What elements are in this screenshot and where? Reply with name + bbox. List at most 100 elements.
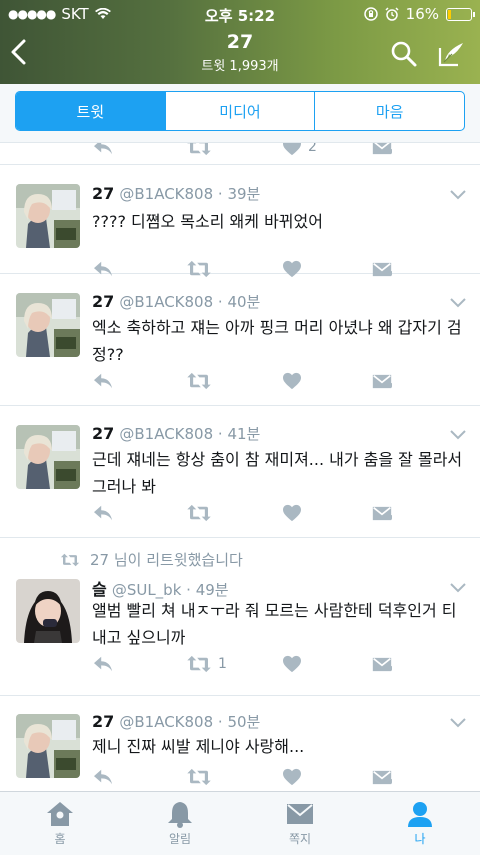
retweet-icon bbox=[186, 655, 212, 673]
tab-messages[interactable]: 쪽지 bbox=[260, 798, 340, 847]
person-icon bbox=[408, 802, 432, 827]
reply-button[interactable] bbox=[92, 502, 114, 524]
profile-tabs-bar: 트윗 미디어 마음 bbox=[0, 84, 480, 143]
reply-button[interactable] bbox=[92, 766, 114, 788]
avatar[interactable] bbox=[16, 714, 80, 778]
dm-icon bbox=[372, 769, 392, 786]
tab-messages-label: 쪽지 bbox=[288, 832, 312, 846]
nav-bar: 27 트윗 1,993개 bbox=[0, 28, 480, 84]
dm-button[interactable] bbox=[372, 370, 392, 392]
retweet-note[interactable]: 27 님이 리트윗했습니다 bbox=[90, 549, 243, 570]
like-button[interactable] bbox=[282, 502, 302, 524]
status-right: 16% bbox=[363, 5, 475, 23]
tweet-header: 27 @B1ACK808 · 39분 bbox=[92, 184, 261, 203]
user-handle[interactable]: @B1ACK808 bbox=[119, 185, 213, 203]
user-name[interactable]: 27 bbox=[92, 292, 114, 311]
tab-home[interactable]: 홈 bbox=[20, 798, 100, 847]
chevron-down-icon[interactable] bbox=[450, 298, 466, 308]
dm-icon bbox=[372, 373, 392, 390]
heart-icon bbox=[282, 504, 302, 522]
user-handle[interactable]: @B1ACK808 bbox=[119, 293, 213, 311]
reply-button[interactable] bbox=[92, 370, 114, 392]
retweet-icon bbox=[186, 768, 212, 786]
user-name[interactable]: 27 bbox=[92, 712, 114, 731]
retweet-button[interactable] bbox=[186, 766, 212, 788]
retweet-button[interactable] bbox=[186, 143, 212, 158]
tweet-header: 27 @B1ACK808 · 40분 bbox=[92, 292, 261, 311]
tab-notifications-label: 알림 bbox=[168, 832, 192, 846]
search-button[interactable] bbox=[390, 40, 418, 68]
avatar[interactable] bbox=[16, 425, 80, 489]
retweet-icon bbox=[186, 504, 212, 522]
tweet-item[interactable]: 27 님이 리트윗했습니다 슬 @SUL_bk · 49분 앨범 빨리 쳐 내ㅈ… bbox=[0, 538, 480, 696]
retweet-button[interactable] bbox=[186, 502, 212, 524]
chevron-down-icon[interactable] bbox=[450, 718, 466, 728]
tweet-actions bbox=[92, 766, 392, 788]
orientation-lock-icon bbox=[363, 7, 378, 21]
chevron-down-icon[interactable] bbox=[450, 583, 466, 593]
avatar[interactable] bbox=[16, 579, 80, 643]
retweet-icon bbox=[186, 372, 212, 390]
compose-button[interactable] bbox=[436, 40, 466, 68]
like-button[interactable] bbox=[282, 653, 302, 675]
tweet-actions: 1 bbox=[92, 653, 392, 675]
tab-likes[interactable]: 마음 bbox=[314, 92, 464, 130]
tab-notifications[interactable]: 알림 bbox=[140, 798, 220, 847]
reply-button[interactable] bbox=[92, 653, 114, 675]
tweet-item[interactable]: 27 @B1ACK808 · 39분 ???? 디쪔오 목소리 왜케 바뀌었어 bbox=[0, 165, 480, 274]
heart-icon bbox=[282, 143, 302, 156]
tab-tweets[interactable]: 트윗 bbox=[16, 92, 165, 130]
tweet-item[interactable]: 27 @B1ACK808 · 40분 엑소 축하하고 쟤는 아까 핑크 머리 아… bbox=[0, 274, 480, 406]
dm-button[interactable] bbox=[372, 653, 392, 675]
user-name[interactable]: 27 bbox=[92, 424, 114, 443]
tweet-item[interactable]: 27 @B1ACK808 · 41분 근데 쟤네는 항상 춤이 참 재미져...… bbox=[0, 406, 480, 538]
tab-me[interactable]: 나 bbox=[380, 798, 460, 847]
avatar[interactable] bbox=[16, 184, 80, 248]
retweet-count: 1 bbox=[218, 656, 227, 672]
alarm-icon bbox=[385, 7, 399, 21]
tweet-header: 27 @B1ACK808 · 50분 bbox=[92, 712, 261, 731]
battery-icon bbox=[446, 7, 475, 21]
tweet-header: 27 @B1ACK808 · 41분 bbox=[92, 424, 261, 443]
retweet-icon bbox=[60, 553, 80, 567]
bell-icon bbox=[168, 802, 192, 828]
like-count: 2 bbox=[308, 143, 317, 155]
reply-icon bbox=[92, 504, 114, 522]
tweet-text: 근데 쟤네는 항상 춤이 참 재미져... 내가 춤을 잘 몰라서 그러나 봐 bbox=[92, 450, 463, 496]
retweet-context: 27 님이 리트윗했습니다 bbox=[60, 549, 243, 570]
dm-button[interactable] bbox=[372, 502, 392, 524]
dm-button[interactable] bbox=[372, 766, 392, 788]
tweet-time: 50분 bbox=[227, 713, 261, 731]
user-name[interactable]: 27 bbox=[92, 184, 114, 203]
tweet-text: 앨범 빨리 쳐 내ㅈㅜ라 줘 모르는 사람한테 덕후인거 티내고 싶으니까 bbox=[92, 601, 457, 647]
tweet-actions bbox=[92, 502, 392, 524]
user-handle[interactable]: @B1ACK808 bbox=[119, 713, 213, 731]
user-handle[interactable]: @B1ACK808 bbox=[119, 425, 213, 443]
avatar[interactable] bbox=[16, 293, 80, 357]
tweet-text: ???? 디쪔오 목소리 왜케 바뀌었어 bbox=[92, 212, 323, 231]
status-bar: ●●●●● SKT 오후 5:22 16% bbox=[0, 0, 480, 28]
tab-media[interactable]: 미디어 bbox=[164, 92, 315, 130]
heart-icon bbox=[282, 768, 302, 786]
tweet-time: 39분 bbox=[227, 185, 261, 203]
like-button[interactable]: 2 bbox=[282, 143, 317, 158]
tweet-feed[interactable]: 2 27 @B1ACK808 · 39분 ???? 디쪔오 목소리 왜케 바뀌었… bbox=[0, 143, 480, 791]
reply-icon bbox=[92, 372, 114, 390]
heart-icon bbox=[282, 655, 302, 673]
tweet-item[interactable]: 27 @B1ACK808 · 50분 제니 진짜 씨발 제니야 사랑해... bbox=[0, 696, 480, 791]
home-icon bbox=[47, 802, 73, 826]
like-button[interactable] bbox=[282, 370, 302, 392]
tweet-time: 40분 bbox=[227, 293, 261, 311]
heart-icon bbox=[282, 372, 302, 390]
chevron-down-icon[interactable] bbox=[450, 430, 466, 440]
dm-button[interactable] bbox=[372, 143, 392, 158]
tab-home-label: 홈 bbox=[54, 832, 66, 846]
tweet-text: 제니 진짜 씨발 제니야 사랑해... bbox=[92, 737, 305, 756]
retweet-button[interactable]: 1 bbox=[186, 653, 227, 675]
tweet-text: 엑소 축하하고 쟤는 아까 핑크 머리 아녔냐 왜 갑자기 검정?? bbox=[92, 318, 462, 364]
partial-tweet-actions: 2 bbox=[0, 143, 480, 165]
reply-button[interactable] bbox=[92, 143, 114, 158]
chevron-down-icon[interactable] bbox=[450, 190, 466, 200]
retweet-button[interactable] bbox=[186, 370, 212, 392]
like-button[interactable] bbox=[282, 766, 302, 788]
